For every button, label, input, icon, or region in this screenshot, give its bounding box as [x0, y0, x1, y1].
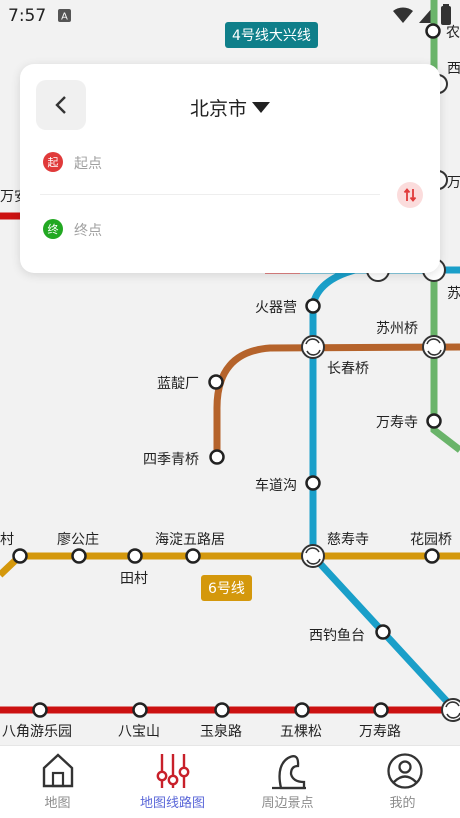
profile-icon [387, 753, 423, 789]
tab-map-label: 地图 [44, 796, 71, 811]
station-cun[interactable]: 村 [0, 529, 14, 549]
station-cizhousi[interactable]: 慈寿寺 [327, 529, 369, 549]
route-map-icon [156, 754, 190, 788]
tab-nearby-label: 周边景点 [261, 796, 314, 811]
station-xi[interactable]: 西 [447, 58, 460, 78]
station-wanshoulu[interactable]: 万寿路 [359, 721, 401, 741]
tab-route-map[interactable]: 地图线路图 [115, 746, 230, 818]
swap-button[interactable] [397, 182, 423, 208]
station-wan[interactable]: 万 [447, 172, 460, 192]
chevron-left-icon [55, 96, 66, 114]
tab-profile[interactable]: 我的 [345, 746, 460, 818]
station-tiancun[interactable]: 田村 [120, 568, 148, 588]
station-yuquanlu[interactable]: 玉泉路 [200, 721, 242, 741]
route-search-card: 北京市 起 起点 终 终点 [20, 64, 440, 273]
line-tag-4[interactable]: 4号线大兴线 [225, 22, 318, 48]
back-button[interactable] [36, 80, 86, 130]
tab-map[interactable]: 地图 [0, 746, 115, 818]
station-huayuanqiao[interactable]: 花园桥 [410, 529, 452, 549]
station-bajiao[interactable]: 八角游乐园 [2, 721, 72, 741]
scenic-icon [272, 755, 306, 790]
station-landianchang[interactable]: 蓝靛厂 [157, 373, 199, 393]
home-icon [42, 753, 74, 788]
station-wukesong[interactable]: 五棵松 [280, 721, 322, 741]
station-changchunqiao[interactable]: 长春桥 [327, 358, 369, 378]
station-suzhouqiao[interactable]: 苏州桥 [376, 318, 418, 338]
start-badge: 起 [43, 152, 63, 172]
station-babaoshan[interactable]: 八宝山 [118, 721, 160, 741]
tab-profile-label: 我的 [389, 796, 416, 811]
caret-down-icon[interactable] [252, 102, 270, 114]
end-badge: 终 [43, 219, 63, 239]
station-chedaogou[interactable]: 车道沟 [255, 475, 297, 495]
station-xidiaoyutai[interactable]: 西钓鱼台 [309, 625, 365, 645]
end-input[interactable]: 终点 [74, 220, 102, 240]
divider [40, 194, 380, 195]
station-huoqiying[interactable]: 火器营 [255, 297, 297, 317]
swap-icon [403, 188, 417, 202]
city-selector[interactable]: 北京市 [190, 94, 247, 121]
start-input[interactable]: 起点 [74, 153, 102, 173]
line-tag-6[interactable]: 6号线 [201, 575, 252, 601]
station-haidianwulu[interactable]: 海淀五路居 [155, 529, 225, 549]
station-sijiqingqiao[interactable]: 四季青桥 [143, 449, 199, 469]
tab-nearby[interactable]: 周边景点 [230, 746, 345, 818]
station-wanshousi[interactable]: 万寿寺 [376, 412, 418, 432]
station-su[interactable]: 苏 [447, 283, 460, 303]
station-nong[interactable]: 农 [446, 22, 460, 42]
tab-route-map-label: 地图线路图 [139, 796, 205, 811]
station-liaogongzhuang[interactable]: 廖公庄 [57, 529, 99, 549]
bottom-tab-bar: 地图 地图线路图 周边景点 我的 [0, 745, 460, 818]
